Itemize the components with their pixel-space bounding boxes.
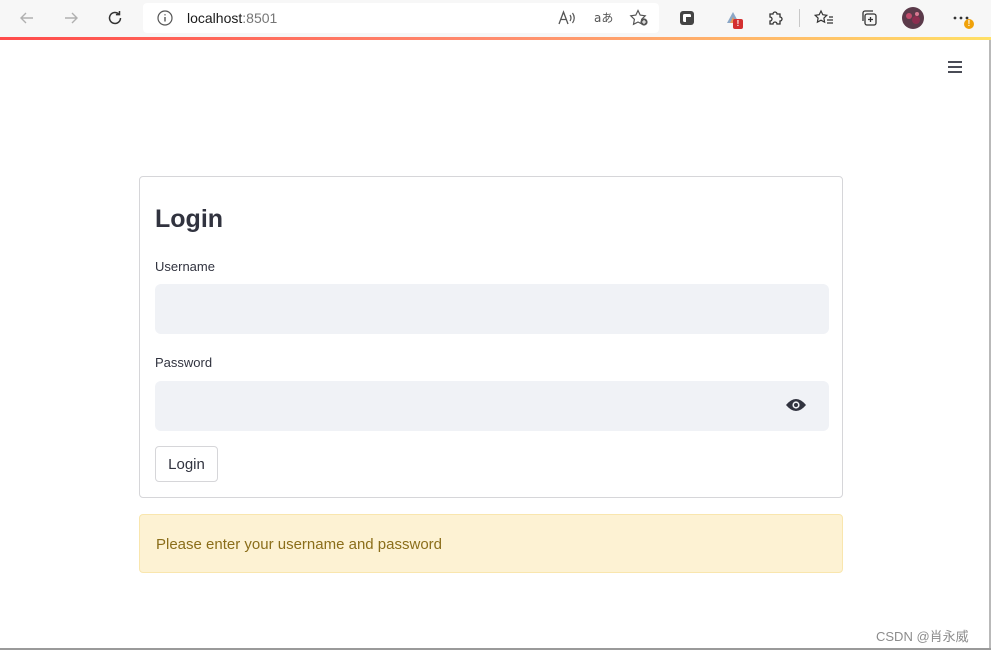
password-label: Password bbox=[155, 355, 213, 370]
hamburger-menu-icon bbox=[948, 61, 962, 73]
favorites-star-list-icon bbox=[814, 9, 833, 24]
username-label: Username bbox=[155, 259, 215, 274]
username-input[interactable] bbox=[155, 284, 829, 334]
login-submit-button[interactable]: Login bbox=[155, 446, 218, 482]
toolbar-divider bbox=[799, 9, 800, 27]
form-title: Login bbox=[155, 205, 224, 233]
extension-alert-badge: ! bbox=[733, 19, 743, 29]
read-aloud-icon[interactable] bbox=[557, 9, 577, 32]
warning-message: Please enter your username and password bbox=[156, 536, 442, 553]
forward-arrow-icon bbox=[65, 12, 78, 24]
svg-text:aあ: aあ bbox=[594, 11, 613, 25]
watermark-text: CSDN @肖永威 bbox=[876, 629, 969, 644]
update-badge: ! bbox=[964, 19, 974, 29]
url-text: localhost:8501 bbox=[187, 10, 277, 26]
main-menu-button[interactable] bbox=[944, 56, 966, 78]
login-form: Login Username Password Login bbox=[139, 176, 843, 498]
settings-more-button[interactable]: ! bbox=[948, 5, 974, 31]
site-info-icon[interactable] bbox=[157, 10, 173, 31]
back-arrow-icon bbox=[20, 12, 33, 24]
url-port: :8501 bbox=[242, 10, 278, 26]
app-decoration-bar bbox=[0, 37, 991, 40]
collections-button[interactable] bbox=[856, 5, 882, 31]
reload-button[interactable] bbox=[102, 5, 128, 31]
browser-toolbar: localhost:8501 aあ ! ! bbox=[0, 0, 991, 37]
extension-app-icon bbox=[680, 11, 694, 25]
url-host: localhost bbox=[187, 10, 243, 26]
password-input[interactable] bbox=[155, 381, 829, 431]
warning-alert: Please enter your username and password bbox=[139, 514, 843, 573]
add-favorite-icon[interactable] bbox=[629, 9, 649, 32]
address-bar[interactable]: localhost:8501 aあ bbox=[143, 3, 659, 33]
extension-button-2[interactable]: ! bbox=[720, 5, 746, 31]
puzzle-icon bbox=[769, 11, 783, 25]
favorites-button[interactable] bbox=[811, 5, 837, 31]
back-button[interactable] bbox=[14, 5, 40, 31]
extension-button-1[interactable] bbox=[674, 5, 700, 31]
profile-button[interactable] bbox=[900, 5, 926, 31]
forward-button[interactable] bbox=[58, 5, 84, 31]
profile-avatar-icon bbox=[902, 7, 924, 29]
collections-icon bbox=[862, 10, 877, 26]
translate-icon[interactable]: aあ bbox=[593, 9, 613, 32]
extensions-button[interactable] bbox=[762, 5, 788, 31]
reload-icon bbox=[108, 11, 122, 25]
show-password-eye-icon[interactable] bbox=[785, 396, 807, 414]
